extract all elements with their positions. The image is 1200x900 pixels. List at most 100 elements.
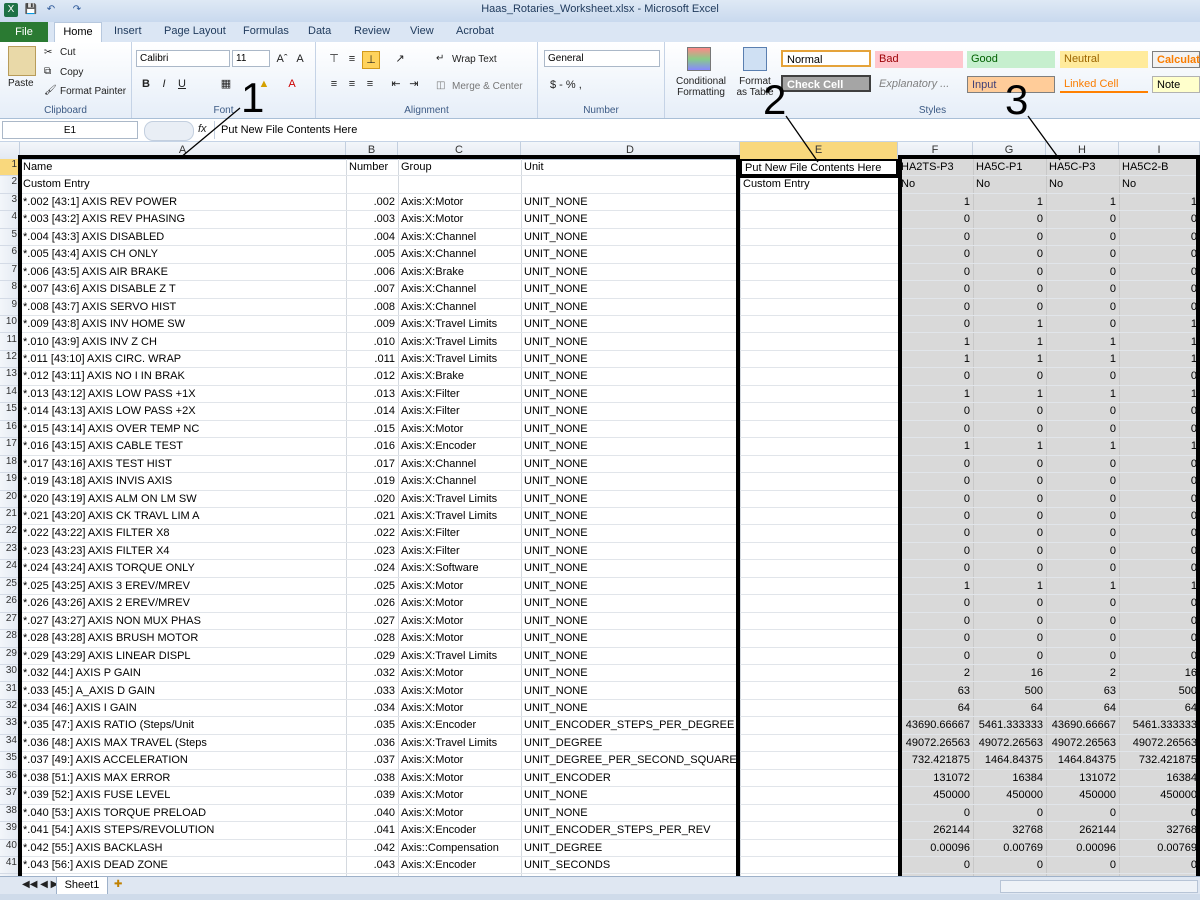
param-group[interactable]: Axis:X:Channel [398,473,521,490]
param-group[interactable]: Axis:X:Motor [398,595,521,612]
param-name[interactable]: *.016 [43:15] AXIS CABLE TEST [20,438,346,455]
value-i[interactable]: 0 [1119,613,1200,630]
param-number[interactable]: .016 [346,438,398,455]
param-number[interactable]: .012 [346,368,398,385]
param-unit[interactable]: UNIT_ENCODER_STEPS_PER_DEGREE [521,717,740,734]
value-g[interactable]: 0 [973,560,1046,577]
value-i[interactable]: 0 [1119,805,1200,822]
value-g[interactable]: 0 [973,613,1046,630]
value-i[interactable]: 500 [1119,683,1200,700]
param-name[interactable]: *.029 [43:29] AXIS LINEAR DISPL [20,648,346,665]
value-i[interactable]: 1 [1119,386,1200,403]
param-name[interactable]: *.004 [43:3] AXIS DISABLED [20,229,346,246]
value-f[interactable]: 1 [898,438,973,455]
value-g[interactable]: 16384 [973,770,1046,787]
value-h[interactable]: 64 [1046,700,1119,717]
param-name[interactable]: *.042 [55:] AXIS BACKLASH [20,840,346,857]
value-f[interactable]: 0 [898,316,973,333]
value-g[interactable]: 0 [973,421,1046,438]
value-f[interactable]: 49072.26563 [898,735,973,752]
value-g[interactable]: 1 [973,334,1046,351]
param-unit[interactable]: UNIT_NONE [521,543,740,560]
param-unit[interactable]: UNIT_NONE [521,316,740,333]
param-unit[interactable]: UNIT_NONE [521,595,740,612]
param-name[interactable]: *.033 [45:] A_AXIS D GAIN [20,683,346,700]
param-number[interactable]: .028 [346,630,398,647]
value-g[interactable]: 1 [973,578,1046,595]
value-f[interactable]: 732.421875 [898,752,973,769]
value-h[interactable]: 0.00096 [1046,840,1119,857]
param-unit[interactable]: UNIT_DEGREE_PER_SECOND_SQUARED [521,752,740,769]
param-group[interactable]: Axis:X:Motor [398,770,521,787]
value-h[interactable]: 1 [1046,334,1119,351]
value-i[interactable]: 0 [1119,421,1200,438]
value-g[interactable]: 0 [973,543,1046,560]
value-i[interactable]: 0 [1119,595,1200,612]
value-h[interactable]: 0 [1046,246,1119,263]
value-f[interactable]: 1 [898,334,973,351]
value-h[interactable]: 0 [1046,648,1119,665]
value-i[interactable]: 0 [1119,630,1200,647]
param-group[interactable]: Axis:X:Motor [398,787,521,804]
value-f[interactable]: 0 [898,281,973,298]
param-group[interactable]: Axis::Compensation [398,840,521,857]
param-number[interactable]: .032 [346,665,398,682]
value-f[interactable]: 0.00096 [898,840,973,857]
param-name[interactable]: *.015 [43:14] AXIS OVER TEMP NC [20,421,346,438]
param-group[interactable]: Axis:X:Filter [398,525,521,542]
value-g[interactable]: 0 [973,229,1046,246]
value-f[interactable]: 0 [898,613,973,630]
value-f[interactable]: 262144 [898,822,973,839]
value-f[interactable]: 450000 [898,787,973,804]
param-number[interactable]: .005 [346,246,398,263]
value-h[interactable]: 262144 [1046,822,1119,839]
value-h[interactable]: 49072.26563 [1046,735,1119,752]
value-h[interactable]: 0 [1046,403,1119,420]
value-g[interactable]: 1 [973,351,1046,368]
value-h[interactable]: 0 [1046,229,1119,246]
value-g[interactable]: 1 [973,316,1046,333]
value-h[interactable]: 0 [1046,211,1119,228]
param-name[interactable]: *.008 [43:7] AXIS SERVO HIST [20,299,346,316]
value-i[interactable]: 0 [1119,246,1200,263]
param-number[interactable]: .042 [346,840,398,857]
param-number[interactable]: .014 [346,403,398,420]
param-unit[interactable]: UNIT_NONE [521,578,740,595]
param-unit[interactable]: UNIT_NONE [521,403,740,420]
param-name[interactable]: *.010 [43:9] AXIS INV Z CH [20,334,346,351]
value-g[interactable]: 0 [973,299,1046,316]
value-g[interactable]: 49072.26563 [973,735,1046,752]
value-f[interactable]: 0 [898,648,973,665]
param-unit[interactable]: UNIT_NONE [521,246,740,263]
param-name[interactable]: *.039 [52:] AXIS FUSE LEVEL [20,787,346,804]
value-i[interactable]: 16 [1119,665,1200,682]
value-i[interactable]: 732.421875 [1119,752,1200,769]
param-unit[interactable]: UNIT_NONE [521,351,740,368]
param-number[interactable]: .017 [346,456,398,473]
value-i[interactable]: 1 [1119,351,1200,368]
param-group[interactable]: Axis:X:Filter [398,386,521,403]
value-g[interactable]: 1 [973,386,1046,403]
param-group[interactable]: Axis:X:Encoder [398,438,521,455]
param-group[interactable]: Axis:X:Motor [398,421,521,438]
value-f[interactable]: 63 [898,683,973,700]
value-f[interactable]: 0 [898,525,973,542]
value-i[interactable]: 0 [1119,229,1200,246]
value-h[interactable]: 1 [1046,438,1119,455]
param-unit[interactable]: UNIT_ENCODER [521,770,740,787]
param-name[interactable]: *.043 [56:] AXIS DEAD ZONE [20,857,346,874]
param-name[interactable]: *.041 [54:] AXIS STEPS/REVOLUTION [20,822,346,839]
param-name[interactable]: *.032 [44:] AXIS P GAIN [20,665,346,682]
param-name[interactable]: *.028 [43:28] AXIS BRUSH MOTOR [20,630,346,647]
param-number[interactable]: .038 [346,770,398,787]
param-number[interactable]: .020 [346,491,398,508]
value-f[interactable]: 0 [898,368,973,385]
value-g[interactable]: 450000 [973,787,1046,804]
param-group[interactable]: Axis:X:Motor [398,683,521,700]
param-name[interactable]: *.009 [43:8] AXIS INV HOME SW [20,316,346,333]
param-group[interactable]: Axis:X:Motor [398,630,521,647]
param-name[interactable]: *.024 [43:24] AXIS TORQUE ONLY [20,560,346,577]
value-i[interactable]: 0 [1119,368,1200,385]
param-name[interactable]: *.020 [43:19] AXIS ALM ON LM SW [20,491,346,508]
value-h[interactable]: 450000 [1046,787,1119,804]
